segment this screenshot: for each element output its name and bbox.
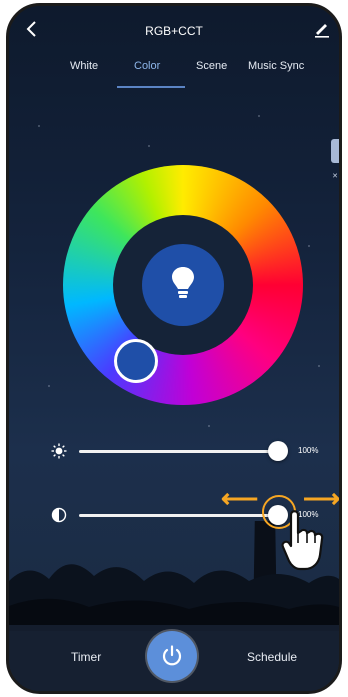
tab-white[interactable]: White [70, 60, 98, 72]
tab-music-sync[interactable]: Music Sync [248, 60, 304, 72]
bulb-toggle-button[interactable] [142, 244, 224, 326]
timer-button[interactable]: Timer [71, 650, 101, 664]
sun-icon [51, 443, 67, 459]
side-panel-handle[interactable] [331, 139, 339, 163]
tab-color[interactable]: Color [134, 60, 160, 72]
power-button[interactable] [147, 631, 197, 681]
brightness-slider: 100% [9, 436, 339, 466]
tab-bar: White Color Scene Music Sync [9, 60, 339, 84]
page-title: RGB+CCT [145, 24, 203, 38]
edit-icon[interactable] [313, 20, 331, 38]
bulb-icon [172, 267, 194, 298]
tab-scene[interactable]: Scene [196, 60, 227, 72]
color-wheel[interactable] [63, 165, 303, 405]
brightness-value: 100% [298, 446, 319, 455]
left-arrow-icon: ⟵ [221, 483, 259, 513]
power-icon [162, 645, 182, 666]
brightness-track[interactable] [79, 450, 280, 453]
saturation-track[interactable] [79, 514, 280, 517]
schedule-button[interactable]: Schedule [247, 650, 297, 664]
right-arrow-icon: ⟶ [303, 483, 341, 513]
color-picker-handle[interactable] [114, 339, 158, 383]
contrast-icon [51, 507, 67, 523]
phone-frame: RGB+CCT White Color Scene Music Sync ✕ 1… [6, 3, 342, 694]
brightness-thumb[interactable] [268, 441, 288, 461]
side-close-icon[interactable]: ✕ [332, 172, 338, 180]
active-tab-indicator [117, 86, 185, 88]
hand-pointer-icon [281, 510, 324, 571]
